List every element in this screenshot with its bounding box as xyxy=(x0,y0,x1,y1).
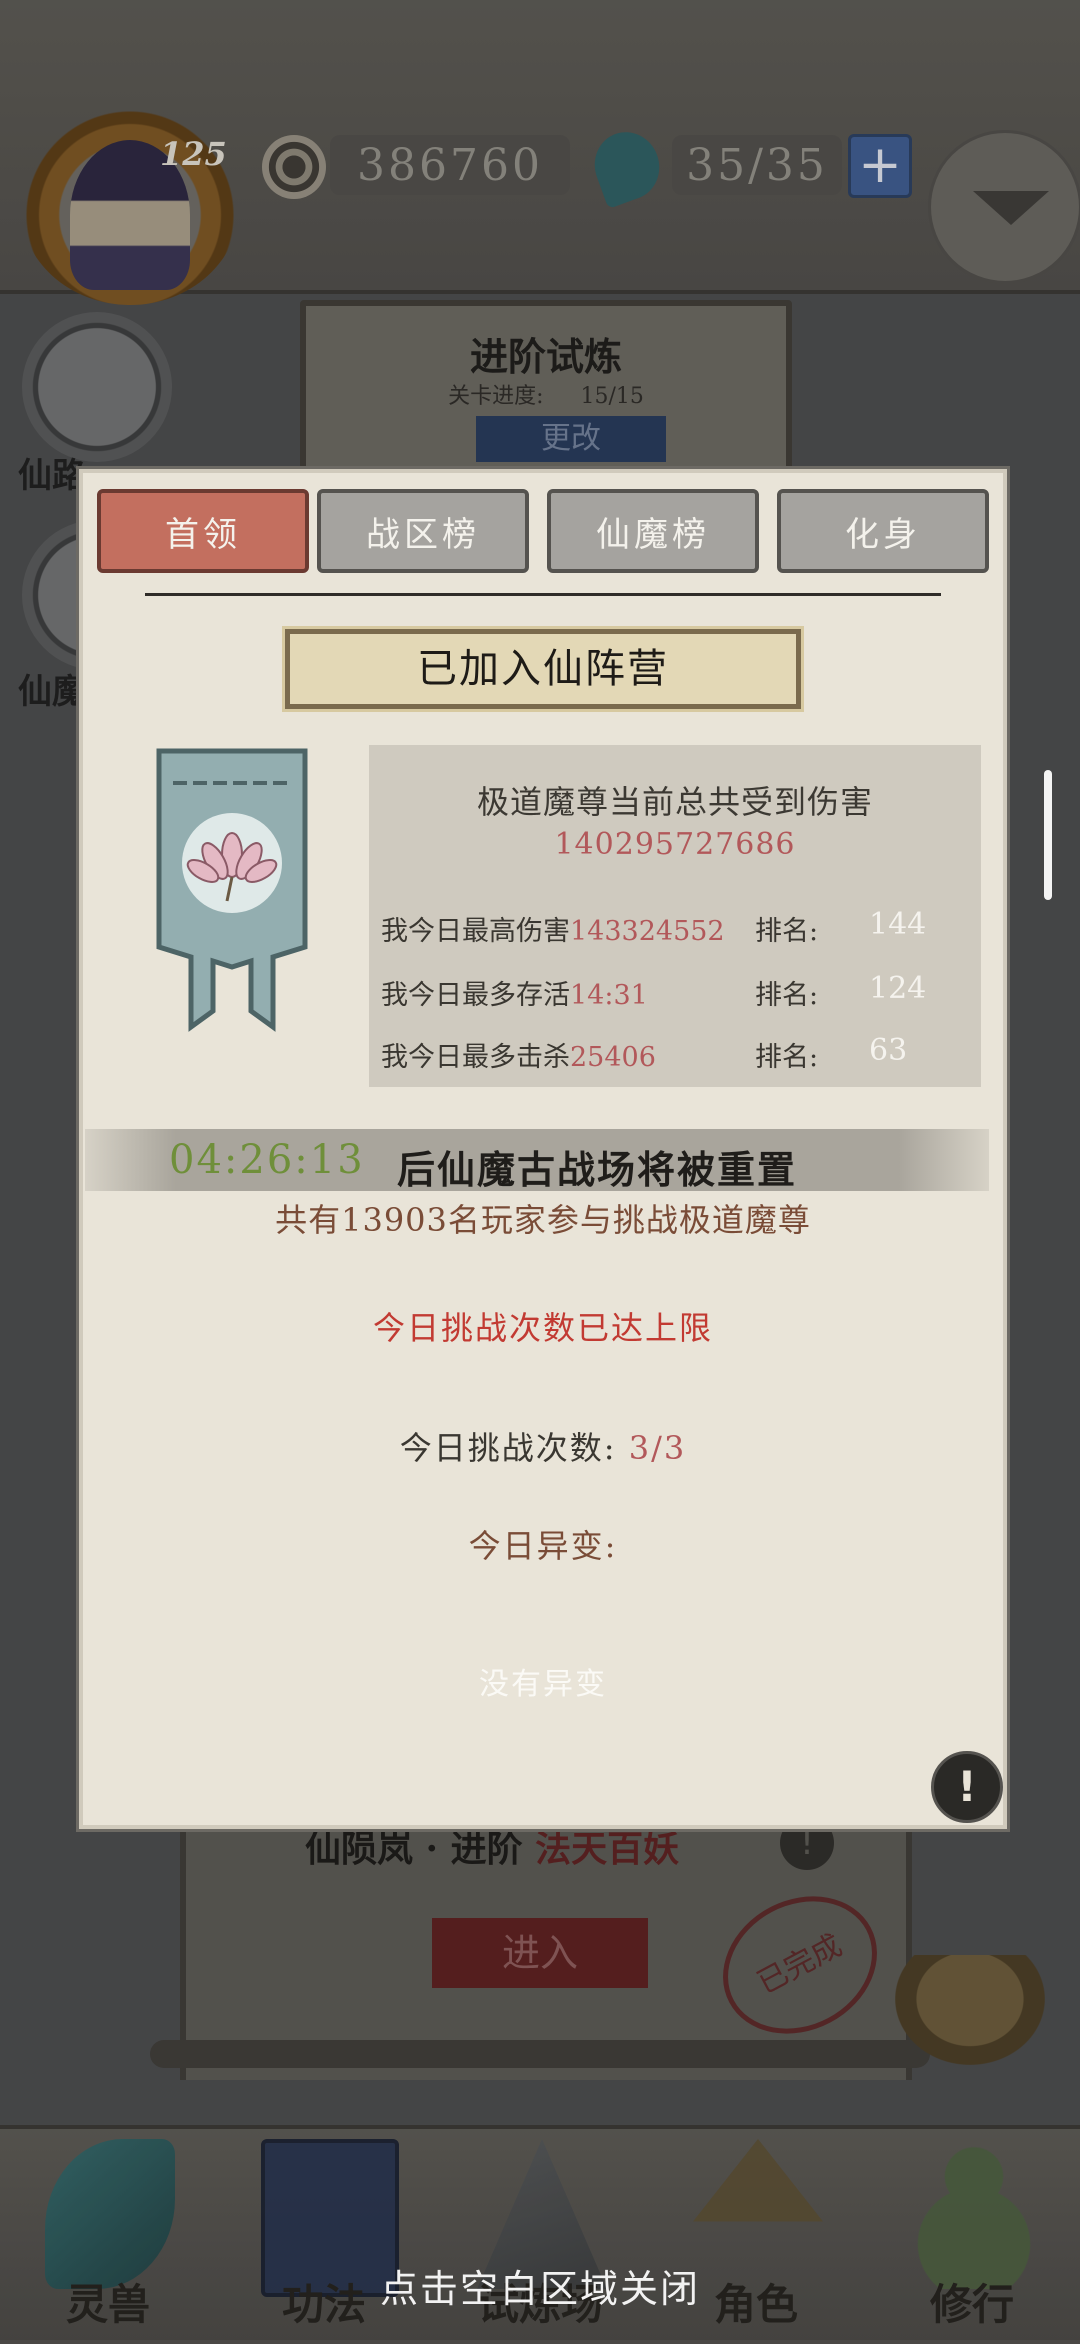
challenge-count: 今日挑战次数: 3/3 xyxy=(79,1423,1007,1469)
stat-row-damage: 我今日最高伤害143324552 xyxy=(381,909,725,948)
camp-banner: 已加入仙阵营 xyxy=(285,629,801,709)
tab-boss[interactable]: 首领 xyxy=(97,489,309,573)
rank-label: 排名: xyxy=(755,916,819,947)
mutation-value: 没有异变 xyxy=(479,1667,607,1702)
challenge-count-label: 今日挑战次数: xyxy=(399,1429,617,1467)
reset-timer: 04:26:13 xyxy=(169,1137,365,1183)
challenge-count-value: 3/3 xyxy=(628,1429,687,1467)
stat-label: 我今日最高伤害 xyxy=(381,916,570,947)
stat-row-survival: 我今日最多存活14:31 xyxy=(381,973,648,1012)
close-hint: 点击空白区域关闭 xyxy=(379,2267,700,2311)
tab-divider xyxy=(145,593,941,596)
rank-value: 144 xyxy=(869,907,927,942)
camp-flag-icon xyxy=(156,748,308,1032)
total-damage-value: 140295727686 xyxy=(554,827,796,862)
participants-text: 共有13903名玩家参与挑战极道魔尊 xyxy=(275,1201,811,1239)
stat-label: 我今日最多存活 xyxy=(381,980,570,1011)
challenge-limit-notice: 今日挑战次数已达上限 xyxy=(372,1309,713,1347)
stat-value: 14:31 xyxy=(570,980,648,1011)
rank-value: 63 xyxy=(869,1033,908,1068)
scrollbar[interactable] xyxy=(1044,770,1052,900)
tab-avatar[interactable]: 化身 xyxy=(777,489,989,573)
stat-label: 我今日最多击杀 xyxy=(381,1042,570,1073)
reset-text: 后仙魔古战场将被重置 xyxy=(397,1147,798,1192)
stat-value: 143324552 xyxy=(570,916,725,947)
tab-zone-ranking[interactable]: 战区榜 xyxy=(317,489,529,573)
boss-panel: 首领 战区榜 仙魔榜 化身 已加入仙阵营 极道魔尊当前总共受到伤害 140295… xyxy=(76,466,1010,1832)
rank-label: 排名: xyxy=(755,1042,819,1073)
rank-label: 排名: xyxy=(755,980,819,1011)
rank-value: 124 xyxy=(869,971,927,1006)
mutation-label: 今日异变: xyxy=(468,1527,618,1565)
camp-banner-text: 已加入仙阵营 xyxy=(417,646,669,692)
total-damage-title: 极道魔尊当前总共受到伤害 xyxy=(476,783,873,821)
stat-value: 25406 xyxy=(570,1042,656,1073)
boss-stats: 极道魔尊当前总共受到伤害 140295727686 我今日最高伤害1433245… xyxy=(369,745,981,1087)
tab-immortal-demon-ranking[interactable]: 仙魔榜 xyxy=(547,489,759,573)
stat-row-kills: 我今日最多击杀25406 xyxy=(381,1035,656,1074)
info-icon[interactable]: ! xyxy=(931,1751,1003,1823)
